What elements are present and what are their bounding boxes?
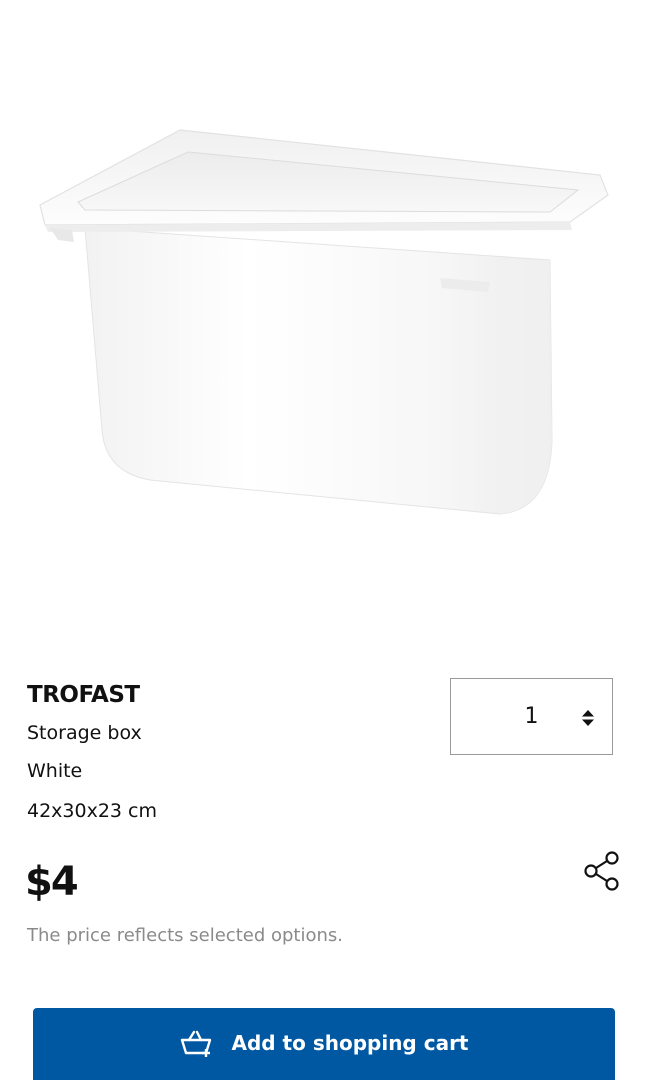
product-name: TROFAST <box>27 682 140 708</box>
share-icon[interactable] <box>580 848 624 894</box>
add-to-cart-button[interactable]: Add to shopping cart <box>33 1008 615 1080</box>
product-size: 42x30x23 cm <box>27 800 158 822</box>
up-down-arrows-icon[interactable] <box>581 709 595 727</box>
price-note: The price reflects selected options. <box>27 925 343 946</box>
product-price: $4 <box>25 859 79 905</box>
product-image <box>39 129 609 515</box>
quantity-selector[interactable]: 1 <box>450 678 613 755</box>
cart-add-icon <box>181 1030 212 1057</box>
quantity-value: 1 <box>524 704 539 729</box>
product-color: White <box>27 760 83 782</box>
add-to-cart-label: Add to shopping cart <box>231 1031 469 1055</box>
product-info: TROFAST Storage box White 42x30x23 cm <box>27 680 427 822</box>
product-type: Storage box <box>27 722 142 744</box>
